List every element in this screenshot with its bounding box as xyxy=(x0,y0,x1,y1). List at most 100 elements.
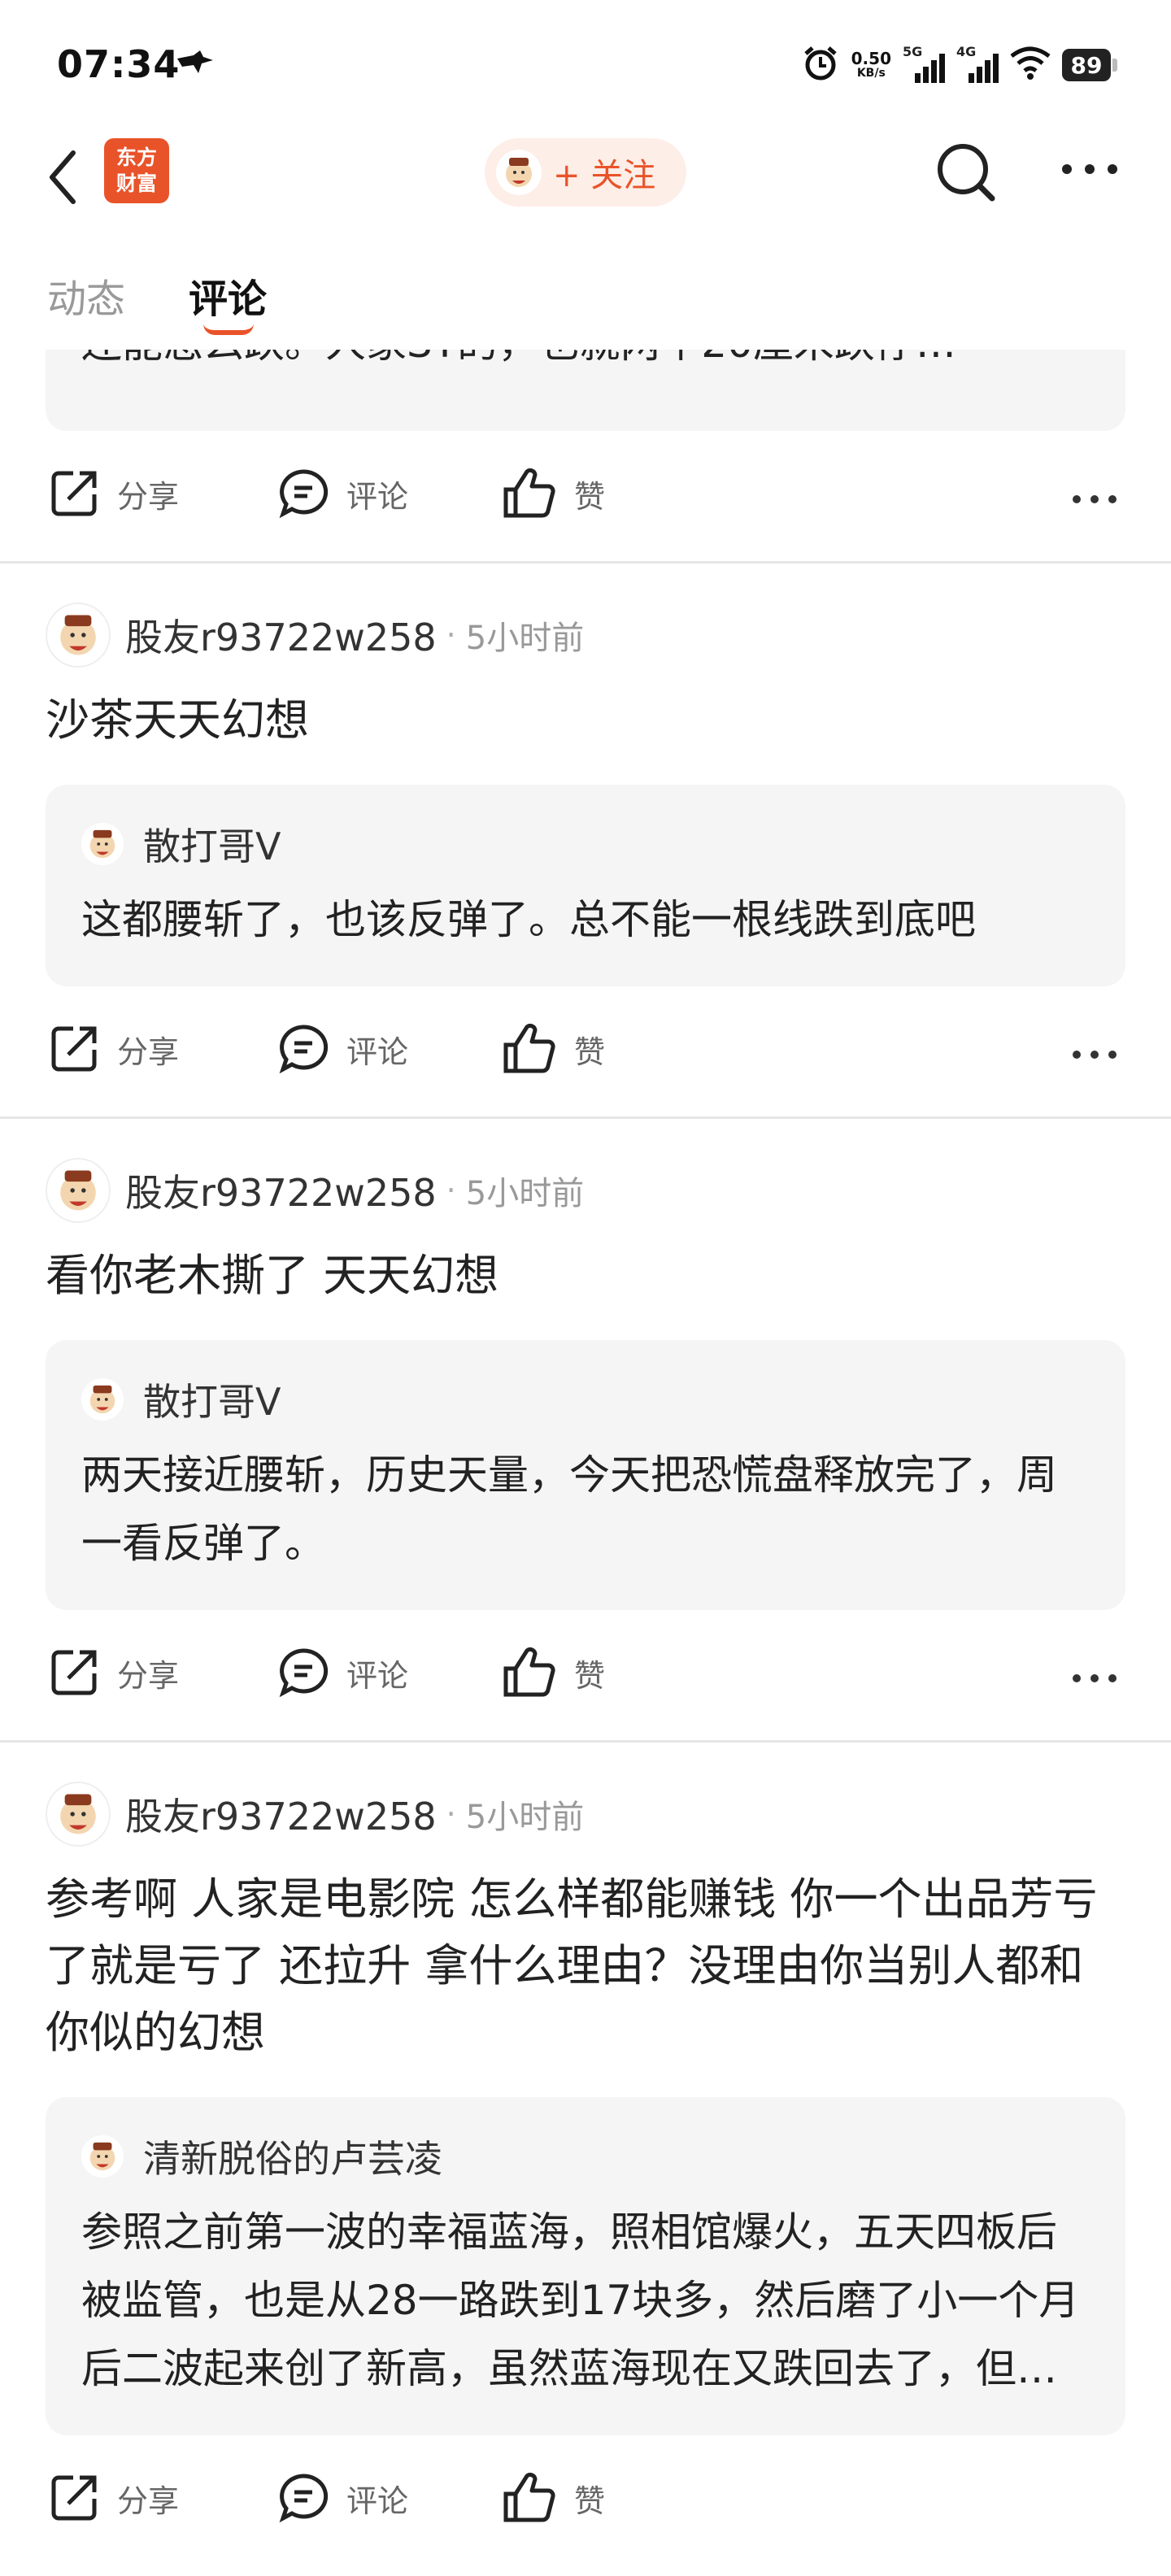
share-label: 分享 xyxy=(117,478,180,515)
user-avatar[interactable] xyxy=(46,1782,111,1847)
quoted-user-avatar xyxy=(81,2135,124,2178)
comment-icon xyxy=(279,2474,329,2523)
share-button[interactable]: 分享 xyxy=(49,1647,179,1698)
chevron-left-icon xyxy=(50,150,76,204)
quoted-user-avatar xyxy=(81,823,124,865)
search-button[interactable] xyxy=(934,140,999,208)
user-avatar[interactable] xyxy=(46,603,111,668)
post-text: 沙茶天天幻想 xyxy=(46,694,309,746)
back-button[interactable] xyxy=(41,145,89,210)
network-speed-unit: KB/s xyxy=(856,67,886,80)
thumbs-up-icon xyxy=(503,1024,555,1073)
tab-bar: 动态 评论 xyxy=(0,260,1171,350)
post-time: 5小时前 xyxy=(465,620,585,657)
post-username[interactable]: 股友r93722w258 xyxy=(125,1787,437,1841)
tab-comments[interactable]: 评论 xyxy=(189,267,267,324)
share-label: 分享 xyxy=(117,2482,180,2519)
separator-dot: · xyxy=(446,617,456,653)
quoted-text: 两天接近腰斩，历史天量，今天把恐慌盘释放完了，周一看反弹了。 xyxy=(81,1451,1057,1567)
comment-button[interactable]: 评论 xyxy=(278,468,408,519)
like-button[interactable]: 赞 xyxy=(503,2473,605,2523)
action-bar: 分享 评论 赞 xyxy=(0,2435,1171,2565)
post-time: 5小时前 xyxy=(465,1175,585,1212)
post-more-button[interactable] xyxy=(1072,1048,1117,1064)
partial-post: 还能怎么跌。人家ST的，也就两个20厘米跌停… xyxy=(0,350,1171,431)
status-time: 07:34 xyxy=(57,42,181,86)
alarm-icon xyxy=(801,44,840,86)
post-username[interactable]: 股友r93722w258 xyxy=(125,1164,437,1217)
partial-quote-card[interactable]: 还能怎么跌。人家ST的，也就两个20厘米跌停… xyxy=(46,350,1125,431)
post-header: 股友r93722w258 · 5小时前 xyxy=(0,601,1171,669)
thumbs-up-icon xyxy=(503,468,555,518)
network-speed-value: 0.50 xyxy=(851,49,891,68)
more-horizontal-icon xyxy=(1073,1674,1117,1682)
comment-button[interactable]: 评论 xyxy=(278,1024,408,1074)
comment-label: 评论 xyxy=(346,2482,409,2519)
tab-dynamics[interactable]: 动态 xyxy=(47,267,125,324)
share-icon xyxy=(51,1650,97,1695)
like-button[interactable]: 赞 xyxy=(503,1024,605,1074)
like-label: 赞 xyxy=(574,2482,606,2519)
active-tab-indicator xyxy=(203,324,254,335)
partial-quote-text: 还能怎么跌。人家ST的，也就两个20厘米跌停… xyxy=(81,350,956,369)
follow-button[interactable]: + 关注 xyxy=(485,138,686,207)
like-button[interactable]: 赞 xyxy=(503,468,605,519)
comment-post: 股友r93722w258 · 5小时前 看你老木撕了 天天幻想 散打哥V 两天接… xyxy=(0,1119,1171,1610)
separator-dot: · xyxy=(446,1796,456,1832)
status-bar: 07:34 0.50 KB/s 5G 4G 89 xyxy=(0,0,1171,130)
logo-text-line1: 东方 xyxy=(115,146,157,169)
post-time: 5小时前 xyxy=(465,1799,585,1836)
quoted-comment[interactable]: 清新脱俗的卢芸凌 参照之前第一波的幸福蓝海，照相馆爆火，五天四板后被监管，也是从… xyxy=(46,2097,1125,2435)
quoted-username: 清新脱俗的卢芸凌 xyxy=(143,2137,442,2181)
action-bar: 分享 评论 赞 xyxy=(0,986,1171,1116)
comment-button[interactable]: 评论 xyxy=(278,1647,408,1698)
comment-post: 股友r93722w258 · 5小时前 沙茶天天幻想 散打哥V 这都腰斩了，也该… xyxy=(0,564,1171,986)
quoted-username: 散打哥V xyxy=(143,825,281,868)
action-bar: 分享 评论 赞 xyxy=(0,431,1171,561)
comment-icon xyxy=(279,1648,329,1698)
more-horizontal-icon xyxy=(1073,1051,1117,1059)
user-avatar[interactable] xyxy=(46,1158,111,1223)
quoted-username: 散打哥V xyxy=(143,1380,281,1424)
quoted-text: 参照之前第一波的幸福蓝海，照相馆爆火，五天四板后被监管，也是从28一路跌到17块… xyxy=(81,2208,1080,2392)
quoted-comment[interactable]: 散打哥V 这都腰斩了，也该反弹了。总不能一根线跌到底吧 xyxy=(46,785,1125,986)
post-header: 股友r93722w258 · 5小时前 xyxy=(0,1156,1171,1225)
like-label: 赞 xyxy=(574,1033,606,1070)
quoted-user-avatar xyxy=(81,1378,124,1421)
share-label: 分享 xyxy=(117,1657,180,1694)
post-text: 参考啊 人家是电影院 怎么样都能赚钱 你一个出品芳亏了就是亏了 还拉升 拿什么理… xyxy=(46,1873,1098,2058)
thumbs-up-icon xyxy=(503,1647,555,1697)
search-icon xyxy=(938,144,995,202)
like-label: 赞 xyxy=(574,1657,606,1694)
share-label: 分享 xyxy=(117,1033,180,1070)
comment-label: 评论 xyxy=(346,478,409,515)
share-icon xyxy=(51,471,97,516)
share-icon xyxy=(51,2475,97,2521)
comment-label: 评论 xyxy=(346,1033,409,1070)
post-text: 看你老木撕了 天天幻想 xyxy=(46,1250,499,1301)
comment-button[interactable]: 评论 xyxy=(278,2473,408,2523)
share-button[interactable]: 分享 xyxy=(49,468,179,519)
share-button[interactable]: 分享 xyxy=(49,2473,179,2523)
signal-sim2-icon: 4G xyxy=(956,44,999,83)
comment-feed: 还能怎么跌。人家ST的，也就两个20厘米跌停… 分享 评论 赞 股友r93722… xyxy=(0,350,1171,2576)
post-more-button[interactable] xyxy=(1072,493,1117,508)
status-right: 0.50 KB/s 5G 4G 89 xyxy=(801,42,1117,88)
wifi-icon xyxy=(1010,46,1051,84)
share-icon xyxy=(51,1026,97,1072)
share-button[interactable]: 分享 xyxy=(49,1024,179,1074)
post-header: 股友r93722w258 · 5小时前 xyxy=(0,1780,1171,1848)
like-button[interactable]: 赞 xyxy=(503,1647,605,1698)
post-more-button[interactable] xyxy=(1072,1672,1117,1687)
comment-label: 评论 xyxy=(346,1657,409,1694)
thumbs-up-icon xyxy=(503,2473,555,2522)
post-username[interactable]: 股友r93722w258 xyxy=(125,608,437,662)
signal-sim1-icon: 5G xyxy=(903,44,945,83)
quoted-text: 这都腰斩了，也该反弹了。总不能一根线跌到底吧 xyxy=(81,896,976,943)
comment-post: 股友r93722w258 · 5小时前 参考啊 人家是电影院 怎么样都能赚钱 你… xyxy=(0,1743,1171,2435)
more-options-button[interactable] xyxy=(1060,159,1119,182)
battery-level: 89 xyxy=(1062,49,1111,81)
action-bar: 分享 评论 赞 xyxy=(0,1610,1171,1740)
quoted-comment[interactable]: 散打哥V 两天接近腰斩，历史天量，今天把恐慌盘释放完了，周一看反弹了。 xyxy=(46,1340,1125,1610)
more-horizontal-icon xyxy=(1062,164,1117,174)
